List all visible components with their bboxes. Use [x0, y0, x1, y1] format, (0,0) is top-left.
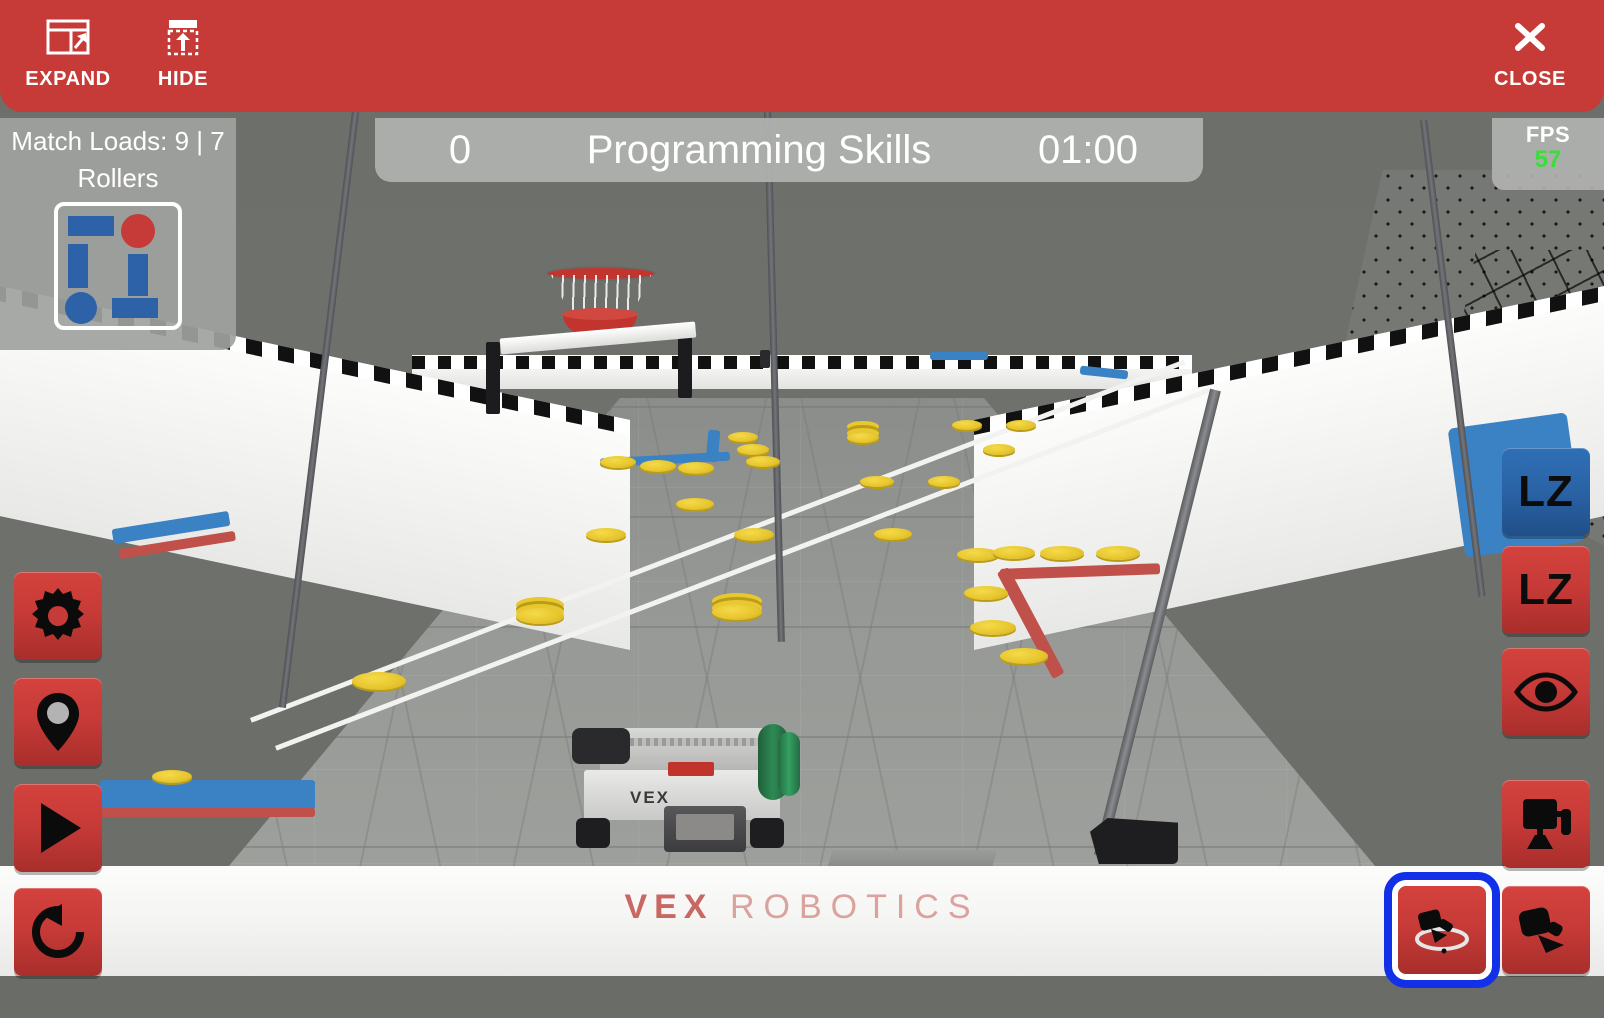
- reset-icon: [28, 902, 88, 962]
- close-button[interactable]: CLOSE: [1484, 16, 1576, 91]
- robot-motor: [572, 728, 630, 764]
- hide-button[interactable]: HIDE: [140, 16, 226, 91]
- field-wall-back-checker: [412, 356, 1192, 369]
- game-piece-disc: [860, 476, 894, 487]
- game-piece-disc: [516, 608, 564, 624]
- fps-panel: FPS 57: [1492, 118, 1604, 190]
- expand-icon: [45, 16, 91, 58]
- robot-brain: [664, 806, 746, 852]
- robot-intake-roller: [778, 732, 800, 796]
- camera-front-button[interactable]: [1502, 780, 1590, 868]
- game-piece-disc: [1000, 648, 1048, 664]
- hide-icon: [160, 16, 206, 58]
- goal-support-post: [760, 350, 770, 368]
- eye-icon: [1514, 672, 1578, 712]
- goal-support-post: [486, 342, 500, 414]
- loading-zone-red-button[interactable]: LZ: [1502, 546, 1590, 634]
- roller-segment: [128, 254, 148, 296]
- roller-segment: [68, 216, 114, 236]
- match-timer: 01:00: [1037, 127, 1139, 172]
- camera-orbit-icon: [1411, 901, 1473, 959]
- match-mode-title: Programming Skills: [586, 127, 932, 172]
- play-button[interactable]: [14, 784, 102, 872]
- gear-icon: [26, 584, 90, 648]
- field-barrier-red: [100, 808, 315, 817]
- game-piece-disc: [970, 620, 1016, 635]
- game-piece-disc: [678, 462, 714, 474]
- settings-button[interactable]: [14, 572, 102, 660]
- scoreboard: 0 Programming Skills 01:00: [375, 118, 1203, 182]
- top-toolbar: EXPAND HIDE CLOSE: [0, 0, 1604, 112]
- roller-segment: [68, 244, 88, 288]
- expand-label: EXPAND: [25, 68, 111, 90]
- robot-wheel: [576, 818, 610, 848]
- vex-robotics-branding: VEX ROBOTICS: [502, 888, 1102, 927]
- camera-chase-icon: [1516, 901, 1576, 959]
- map-pin-icon: [31, 691, 85, 753]
- match-loads-panel: Match Loads: 9 | 7 Rollers: [0, 118, 236, 350]
- game-piece-disc: [734, 528, 774, 541]
- brand-primary: VEX: [624, 888, 714, 926]
- game-piece-disc: [737, 444, 769, 455]
- lz-blue-label: LZ: [1518, 467, 1574, 516]
- robot[interactable]: VEX: [572, 710, 804, 855]
- expand-button[interactable]: EXPAND: [22, 16, 114, 91]
- roller-node-blue: [65, 292, 97, 324]
- visibility-button[interactable]: [1502, 648, 1590, 736]
- match-loads-text: Match Loads: 9 | 7: [11, 126, 225, 156]
- game-piece-disc: [964, 586, 1008, 600]
- loading-zone-blue-button[interactable]: LZ: [1502, 448, 1590, 536]
- play-icon: [29, 799, 87, 857]
- field-barrier-blue: [930, 352, 988, 360]
- rollers-label: Rollers: [77, 163, 159, 193]
- robot-red-part: [668, 762, 714, 776]
- game-piece-disc: [728, 432, 758, 442]
- hide-label: HIDE: [157, 68, 209, 90]
- simulator-window: VEX VEX ROBOTICS EXPAND HIDE CLOSE 0 Pro…: [0, 0, 1604, 1018]
- game-piece-disc: [352, 672, 406, 690]
- close-label: CLOSE: [1494, 68, 1566, 90]
- game-piece-disc: [983, 444, 1015, 455]
- robot-label: VEX: [630, 788, 671, 807]
- brand-secondary: ROBOTICS: [729, 888, 980, 926]
- field-clamp-mechanism: [1090, 818, 1178, 864]
- field-barrier-blue: [100, 780, 315, 810]
- game-piece-disc: [928, 476, 960, 487]
- game-piece-disc: [1096, 546, 1140, 560]
- close-icon: [1507, 16, 1553, 58]
- game-piece-disc: [874, 528, 912, 540]
- camera-orbit-button[interactable]: [1384, 872, 1500, 988]
- game-piece-disc: [746, 456, 780, 467]
- robot-wheel: [750, 818, 784, 848]
- waypoint-button[interactable]: [14, 678, 102, 766]
- game-piece-disc: [993, 546, 1035, 559]
- lz-red-label: LZ: [1518, 565, 1574, 614]
- game-piece-disc: [600, 456, 636, 468]
- camera-chase-button[interactable]: [1502, 886, 1590, 974]
- fps-label: FPS: [1525, 122, 1571, 147]
- score-value: 0: [448, 127, 472, 172]
- fps-value: 57: [1534, 146, 1562, 173]
- game-piece-disc: [712, 604, 762, 620]
- rollers-diagram: [54, 202, 182, 330]
- game-piece-disc: [586, 528, 626, 541]
- roller-node-red: [121, 214, 155, 248]
- game-piece-disc: [1006, 420, 1036, 430]
- game-piece-disc: [640, 460, 676, 472]
- game-piece-disc: [952, 420, 982, 430]
- game-piece-disc: [676, 498, 714, 510]
- game-piece-disc: [1040, 546, 1084, 560]
- reset-button[interactable]: [14, 888, 102, 976]
- roller-segment: [112, 298, 158, 318]
- game-piece-disc: [847, 432, 879, 443]
- camera-front-icon: [1517, 795, 1575, 853]
- game-piece-disc: [152, 770, 192, 783]
